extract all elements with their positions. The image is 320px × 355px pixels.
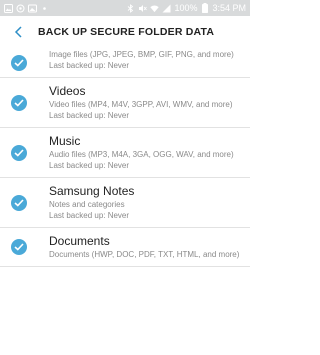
item-description: Audio files (MP3, M4A, 3GA, OGG, WAV, an… (49, 150, 234, 159)
list-item-music[interactable]: Music Audio files (MP3, M4A, 3GA, OGG, W… (0, 128, 250, 178)
gallery-notification-icon (4, 3, 13, 13)
status-left-icons (4, 3, 49, 13)
checkbox-checked-icon[interactable] (11, 94, 27, 111)
more-notifications-icon (40, 4, 49, 13)
item-last-backed-up: Last backed up: Never (49, 111, 130, 120)
item-title: Samsung Notes (49, 184, 135, 198)
checkbox-checked-icon[interactable] (11, 239, 27, 255)
status-right-icons: 100% 3:54 PM (126, 3, 246, 13)
checkbox-checked-icon[interactable] (11, 54, 27, 71)
battery-percent: 100% (174, 3, 198, 13)
item-description: Video files (MP4, M4V, 3GPP, AVI, WMV, a… (49, 100, 233, 109)
page-title: BACK UP SECURE FOLDER DATA (38, 26, 215, 38)
backup-data-list: Image files (JPG, JPEG, BMP, GIF, PNG, a… (0, 48, 250, 355)
checkbox-checked-icon[interactable] (11, 144, 27, 161)
wifi-icon (150, 4, 160, 13)
item-last-backed-up: Last backed up: Never (49, 211, 130, 220)
list-item-samsung-notes[interactable]: Samsung Notes Notes and categories Last … (0, 178, 250, 228)
bluetooth-icon (126, 3, 135, 13)
battery-icon (200, 3, 209, 13)
item-description: Documents (HWP, DOC, PDF, TXT, HTML, and… (49, 250, 240, 259)
list-item-videos[interactable]: Videos Video files (MP4, M4V, 3GPP, AVI,… (0, 78, 250, 128)
item-title: Videos (49, 84, 86, 98)
checkbox-checked-icon[interactable] (11, 194, 27, 211)
status-bar: 100% 3:54 PM (0, 0, 250, 16)
back-button[interactable] (8, 21, 30, 43)
mute-icon (138, 4, 148, 13)
item-title: Music (49, 134, 81, 148)
item-last-backed-up: Last backed up: Never (49, 61, 130, 70)
item-description: Image files (JPG, JPEG, BMP, GIF, PNG, a… (49, 50, 234, 59)
list-item-documents[interactable]: Documents Documents (HWP, DOC, PDF, TXT,… (0, 228, 250, 267)
item-title: Documents (49, 234, 110, 248)
image-notification-icon (28, 4, 37, 13)
item-last-backed-up: Last backed up: Never (49, 161, 130, 170)
app-bar: BACK UP SECURE FOLDER DATA (0, 16, 250, 48)
sync-notification-icon (16, 4, 25, 13)
clock: 3:54 PM (212, 3, 246, 13)
list-item-images[interactable]: Image files (JPG, JPEG, BMP, GIF, PNG, a… (0, 48, 250, 78)
chevron-left-icon (14, 26, 22, 38)
item-description: Notes and categories (49, 200, 125, 209)
signal-icon (162, 4, 171, 13)
